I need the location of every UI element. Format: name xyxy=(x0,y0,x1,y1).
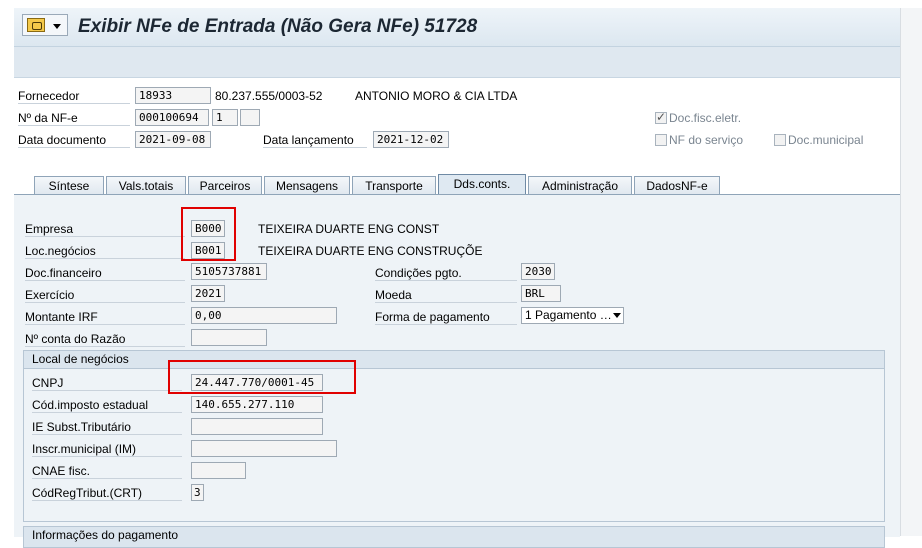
window-title: Exibir NFe de Entrada (Não Gera NFe) 517… xyxy=(78,16,478,37)
fornecedor-code-field[interactable]: 18933 xyxy=(135,87,211,104)
conta-razao-field[interactable] xyxy=(191,329,267,346)
nfe-series-field[interactable]: 1 xyxy=(212,109,238,126)
tab-dados-nfe[interactable]: DadosNF-e xyxy=(634,176,720,195)
vertical-scrollbar[interactable] xyxy=(900,8,922,536)
nf-servico-checkbox[interactable] xyxy=(655,134,667,146)
system-menu-button[interactable] xyxy=(22,14,68,36)
local-negocios-title: Local de negócios xyxy=(32,352,129,366)
nfe-subseries-field[interactable] xyxy=(240,109,260,126)
docfin-label: Doc.financeiro xyxy=(25,266,185,281)
nfe-number-field[interactable]: 000100694 xyxy=(135,109,209,126)
imp-estadual-field[interactable]: 140.655.277.110 xyxy=(191,396,323,413)
local-negocios-group: Local de negócios CNPJ 24.447.770/0001-4… xyxy=(23,350,885,522)
inscr-municipal-label: Inscr.municipal (IM) xyxy=(32,442,182,457)
docfin-field[interactable]: 5105737881 xyxy=(191,263,267,280)
tab-administracao[interactable]: Administração xyxy=(528,176,632,195)
data-lancamento-label: Data lançamento xyxy=(263,133,367,148)
data-documento-label: Data documento xyxy=(18,133,130,148)
fornecedor-name: ANTONIO MORO & CIA LTDA xyxy=(355,89,518,103)
tab-parceiros[interactable]: Parceiros xyxy=(188,176,262,195)
doc-fisc-eletr-checkbox[interactable] xyxy=(655,110,667,124)
chevron-down-icon xyxy=(53,24,61,29)
nf-servico-label: NF do serviço xyxy=(669,133,744,147)
highlight-cnpj xyxy=(168,360,356,394)
tab-vals-totais[interactable]: Vals.totais xyxy=(106,176,186,195)
highlight-empresa-locneg xyxy=(181,207,236,261)
tab-mensagens[interactable]: Mensagens xyxy=(264,176,350,195)
empresa-name: TEIXEIRA DUARTE ENG CONST xyxy=(258,222,440,236)
data-documento-field[interactable]: 2021-09-08 xyxy=(135,131,211,148)
application-toolbar xyxy=(14,47,900,78)
exercicio-label: Exercício xyxy=(25,288,185,303)
cnae-label: CNAE fisc. xyxy=(32,464,182,479)
tab-transporte[interactable]: Transporte xyxy=(352,176,436,195)
cnae-field[interactable] xyxy=(191,462,246,479)
montante-irf-label: Montante IRF xyxy=(25,310,185,325)
moeda-field[interactable]: BRL xyxy=(521,285,561,302)
menu-icon xyxy=(27,18,45,32)
ie-subst-label: IE Subst.Tributário xyxy=(32,420,182,435)
empresa-label: Empresa xyxy=(25,222,185,237)
doc-municipal-checkbox[interactable] xyxy=(774,134,786,146)
cond-pgto-field[interactable]: 2030 xyxy=(521,263,555,280)
tab-sintese[interactable]: Síntese xyxy=(34,176,104,195)
locneg-name: TEIXEIRA DUARTE ENG CONSTRUÇÕE xyxy=(258,244,483,258)
crt-label: CódRegTribut.(CRT) xyxy=(32,486,182,501)
informacoes-pagamento-title: Informações do pagamento xyxy=(32,528,179,542)
fornecedor-label: Fornecedor xyxy=(18,89,130,104)
exercicio-field[interactable]: 2021 xyxy=(191,285,225,302)
tab-dds-conts[interactable]: Dds.conts. xyxy=(438,174,526,195)
informacoes-pagamento-group: Informações do pagamento xyxy=(23,526,885,548)
tab-strip: Síntese Vals.totais Parceiros Mensagens … xyxy=(14,168,900,195)
forma-pgto-value: 1 Pagamento … xyxy=(525,308,612,322)
fornecedor-cnpj: 80.237.555/0003-52 xyxy=(215,89,323,103)
cnpj-label: CNPJ xyxy=(32,376,182,391)
montante-irf-field[interactable]: 0,00 xyxy=(191,307,337,324)
moeda-label: Moeda xyxy=(375,288,517,303)
crt-field[interactable]: 3 xyxy=(191,484,204,501)
chevron-down-icon xyxy=(613,313,621,318)
nfe-label: Nº da NF-e xyxy=(18,111,130,126)
doc-fisc-eletr-label: Doc.fisc.eletr. xyxy=(669,111,742,125)
locneg-label: Loc.negócios xyxy=(25,244,185,259)
data-lancamento-field[interactable]: 2021-12-02 xyxy=(373,131,449,148)
ie-subst-field[interactable] xyxy=(191,418,323,435)
title-bar: Exibir NFe de Entrada (Não Gera NFe) 517… xyxy=(14,8,900,47)
imp-estadual-label: Cód.imposto estadual xyxy=(32,398,182,413)
conta-razao-label: Nº conta do Razão xyxy=(25,332,185,347)
forma-pgto-label: Forma de pagamento xyxy=(375,310,517,325)
doc-municipal-label: Doc.municipal xyxy=(788,133,864,147)
forma-pgto-dropdown[interactable]: 1 Pagamento … xyxy=(521,307,624,324)
cond-pgto-label: Condições pgto. xyxy=(375,266,517,281)
tab-content-panel: Empresa B000 TEIXEIRA DUARTE ENG CONST L… xyxy=(14,194,900,548)
inscr-municipal-field[interactable] xyxy=(191,440,337,457)
local-negocios-header: Local de negócios xyxy=(24,351,884,369)
